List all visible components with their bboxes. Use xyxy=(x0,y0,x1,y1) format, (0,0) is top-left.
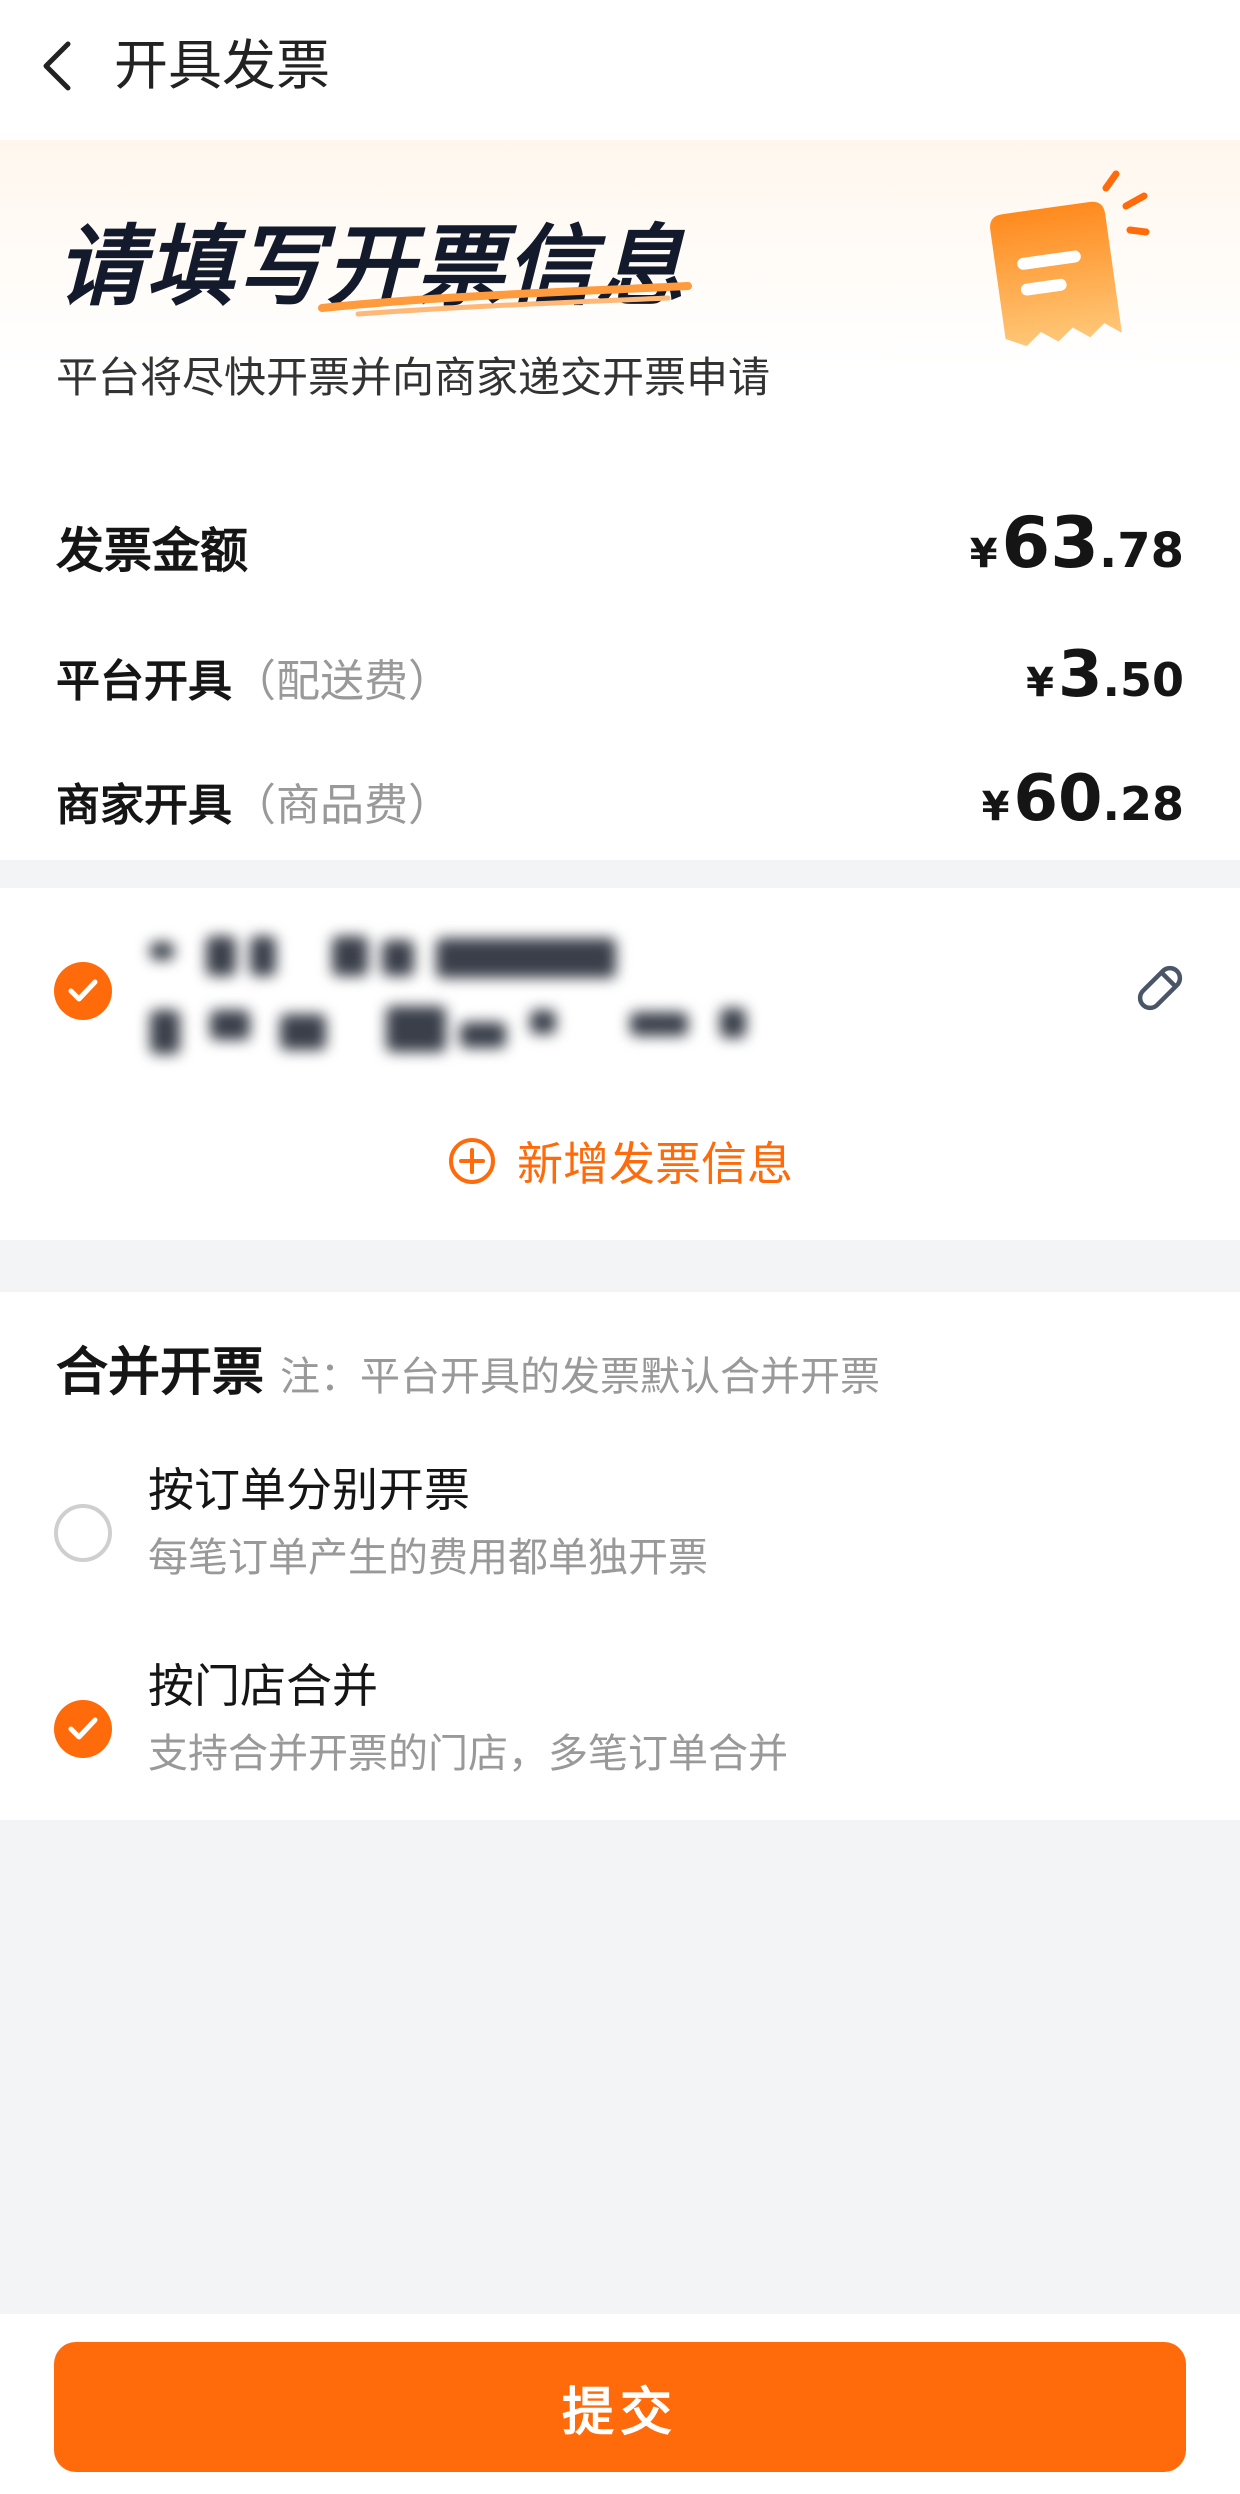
add-circle-icon xyxy=(449,1138,495,1184)
option-title: 按门店合并 xyxy=(148,1659,378,1713)
radio-unselected[interactable] xyxy=(54,1504,112,1562)
platform-amount-row: 平台开具（配送费） ¥3.50 xyxy=(56,638,1184,712)
page-title: 开具发票 xyxy=(114,34,330,97)
add-invoice-info-button[interactable]: 新增发票信息 xyxy=(0,1128,1240,1194)
invoice-total-amount: ¥63.78 xyxy=(969,502,1184,584)
invoice-total-row: 发票金额 ¥63.78 xyxy=(56,502,1184,584)
submit-button[interactable]: 提交 xyxy=(54,2342,1186,2472)
document-illustration-icon xyxy=(990,170,1150,347)
option-merge-by-store[interactable]: 按门店合并 支持合并开票的门店，多笔订单合并 xyxy=(0,1654,1240,1824)
option-description: 每笔订单产生的费用都单独开票 xyxy=(148,1535,708,1581)
merchant-amount: ¥60.28 xyxy=(981,762,1184,836)
option-description: 支持合并开票的门店，多笔订单合并 xyxy=(148,1731,788,1777)
navigation-bar: 开具发票 xyxy=(0,0,1240,140)
invoice-summary-card: 请填写开票信息 平台将尽快开票并向商家递交开票申请 发票金额 ¥63.78 平台… xyxy=(0,140,1240,860)
merge-invoice-header: 合并开票 注：平台开具的发票默认合并开票 xyxy=(56,1330,880,1405)
checkmark-icon xyxy=(68,979,98,1002)
radio-selected[interactable] xyxy=(54,1700,112,1758)
add-invoice-info-label: 新增发票信息 xyxy=(517,1137,793,1191)
merge-invoice-note: 注：平台开具的发票默认合并开票 xyxy=(280,1354,881,1400)
invoice-title-card: 新增发票信息 xyxy=(0,888,1240,1240)
merchant-amount-row: 商家开具（商品费） ¥60.28 xyxy=(56,762,1184,836)
merchant-amount-label: 商家开具（商品费） xyxy=(56,780,452,831)
redacted-invoice-title[interactable] xyxy=(150,934,770,1064)
bottom-action-bar: 提交 xyxy=(0,2314,1240,2494)
back-arrow-icon[interactable] xyxy=(36,38,80,94)
edit-pencil-icon[interactable] xyxy=(1132,960,1188,1016)
merge-invoice-title: 合并开票 xyxy=(56,1343,265,1403)
merge-invoice-card: 合并开票 注：平台开具的发票默认合并开票 按订单分别开票 每笔订单产生的费用都单… xyxy=(0,1292,1240,1820)
invoice-total-label: 发票金额 xyxy=(56,523,249,579)
option-title: 按订单分别开票 xyxy=(148,1463,470,1517)
headline-underline-decoration xyxy=(318,282,692,317)
platform-amount: ¥3.50 xyxy=(1026,638,1184,712)
option-per-order[interactable]: 按订单分别开票 每笔订单产生的费用都单独开票 xyxy=(0,1458,1240,1628)
subtitle: 平台将尽快开票并向商家递交开票申请 xyxy=(56,353,771,402)
platform-amount-label: 平台开具（配送费） xyxy=(56,656,452,707)
invoice-title-checkbox[interactable] xyxy=(54,962,112,1020)
checkmark-icon xyxy=(68,1717,98,1740)
